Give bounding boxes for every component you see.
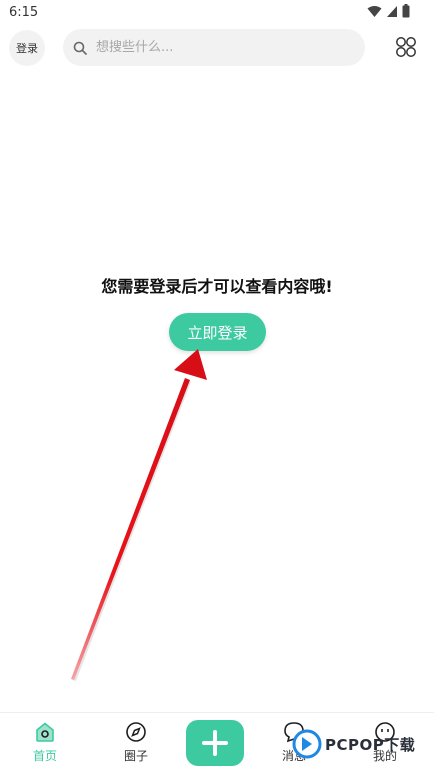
battery-icon xyxy=(402,4,410,18)
search-input[interactable] xyxy=(94,39,348,56)
tab-circle[interactable]: 圈子 xyxy=(106,721,166,771)
status-bar: 6:15 xyxy=(0,0,434,26)
login-now-button[interactable]: 立即登录 xyxy=(169,313,266,351)
search-icon xyxy=(73,40,89,56)
watermark: PCPOP下载 xyxy=(292,722,415,766)
status-icons xyxy=(367,4,410,18)
tab-home-label: 首页 xyxy=(32,749,57,763)
home-icon xyxy=(36,722,54,742)
status-time: 6:15 xyxy=(9,5,39,20)
red-arrow-annotation xyxy=(71,349,207,681)
tab-home[interactable]: 首页 xyxy=(15,721,75,771)
add-post-button[interactable] xyxy=(186,720,244,766)
login-required-message: 您需要登录后才可以查看内容哦! xyxy=(101,277,333,296)
wifi-icon xyxy=(367,5,382,17)
search-bar[interactable] xyxy=(63,29,365,66)
compass-icon xyxy=(126,722,146,742)
apps-grid-icon[interactable] xyxy=(395,36,417,58)
plus-icon xyxy=(202,730,228,756)
watermark-logo-icon xyxy=(292,729,322,759)
login-chip-button[interactable]: 登录 xyxy=(9,30,45,66)
tab-circle-label: 圈子 xyxy=(123,749,148,763)
signal-icon xyxy=(387,5,397,17)
watermark-text: PCPOP下载 xyxy=(325,735,416,754)
top-header: 登录 xyxy=(0,26,434,70)
